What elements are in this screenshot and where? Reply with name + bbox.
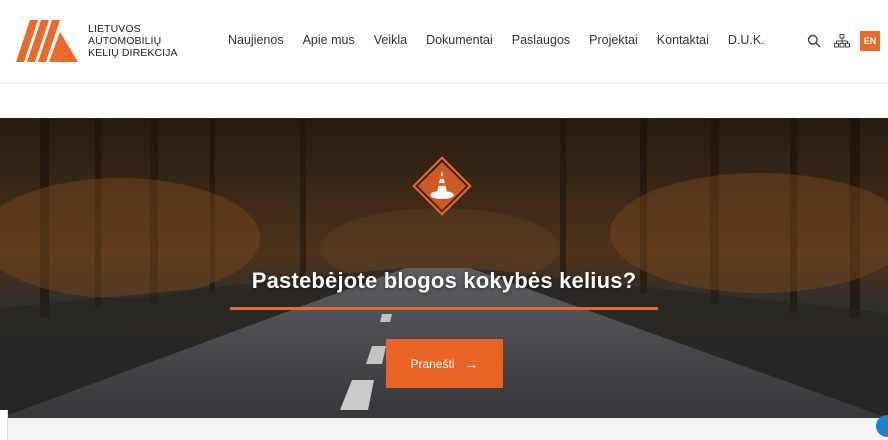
sitemap-icon[interactable] [832, 31, 852, 51]
hero-banner: Pastebėjote blogos kokybės kelius? Prane… [0, 118, 888, 418]
nav-item-kontaktai[interactable]: Kontaktai [657, 33, 709, 47]
report-button[interactable]: Pranešti → [386, 339, 503, 388]
nav-item-naujienos[interactable]: Naujienos [228, 33, 284, 47]
logo-line-2: AUTOMOBILIŲ [88, 35, 162, 47]
nav-item-dokumentai[interactable]: Dokumentai [426, 33, 493, 47]
report-button-label: Pranešti [410, 356, 455, 371]
nav-item-projektai[interactable]: Projektai [589, 33, 638, 47]
nav-item-duk[interactable]: D.U.K. [728, 33, 765, 47]
arrow-right-icon: → [464, 355, 479, 372]
next-section-strip [0, 418, 888, 440]
search-icon[interactable] [804, 31, 824, 51]
nav-item-paslaugos[interactable]: Paslaugos [512, 33, 570, 47]
nav-item-veikla[interactable]: Veikla [374, 33, 407, 47]
hero-title: Pastebėjote blogos kokybės kelius? [251, 268, 637, 293]
language-switch-button[interactable]: EN [860, 31, 880, 51]
traffic-cone-icon [412, 156, 472, 216]
site-header: LIETUVOS AUTOMOBILIŲ KELIŲ DIREKCIJA Nau… [0, 0, 888, 84]
main-nav: Naujienos Apie mus Veikla Dokumentai Pas… [228, 33, 765, 47]
site-logo[interactable]: LIETUVOS AUTOMOBILIŲ KELIŲ DIREKCIJA [16, 20, 178, 62]
logo-text: LIETUVOS AUTOMOBILIŲ KELIŲ DIREKCIJA [88, 23, 178, 59]
logo-mark-icon [16, 20, 78, 62]
nav-item-apie-mus[interactable]: Apie mus [303, 33, 355, 47]
side-tab [0, 410, 8, 440]
logo-line-3: KELIŲ DIREKCIJA [88, 47, 178, 59]
logo-line-1: LIETUVOS [88, 23, 141, 35]
header-tools: EN [804, 31, 880, 51]
hero-title-underline [230, 307, 658, 310]
